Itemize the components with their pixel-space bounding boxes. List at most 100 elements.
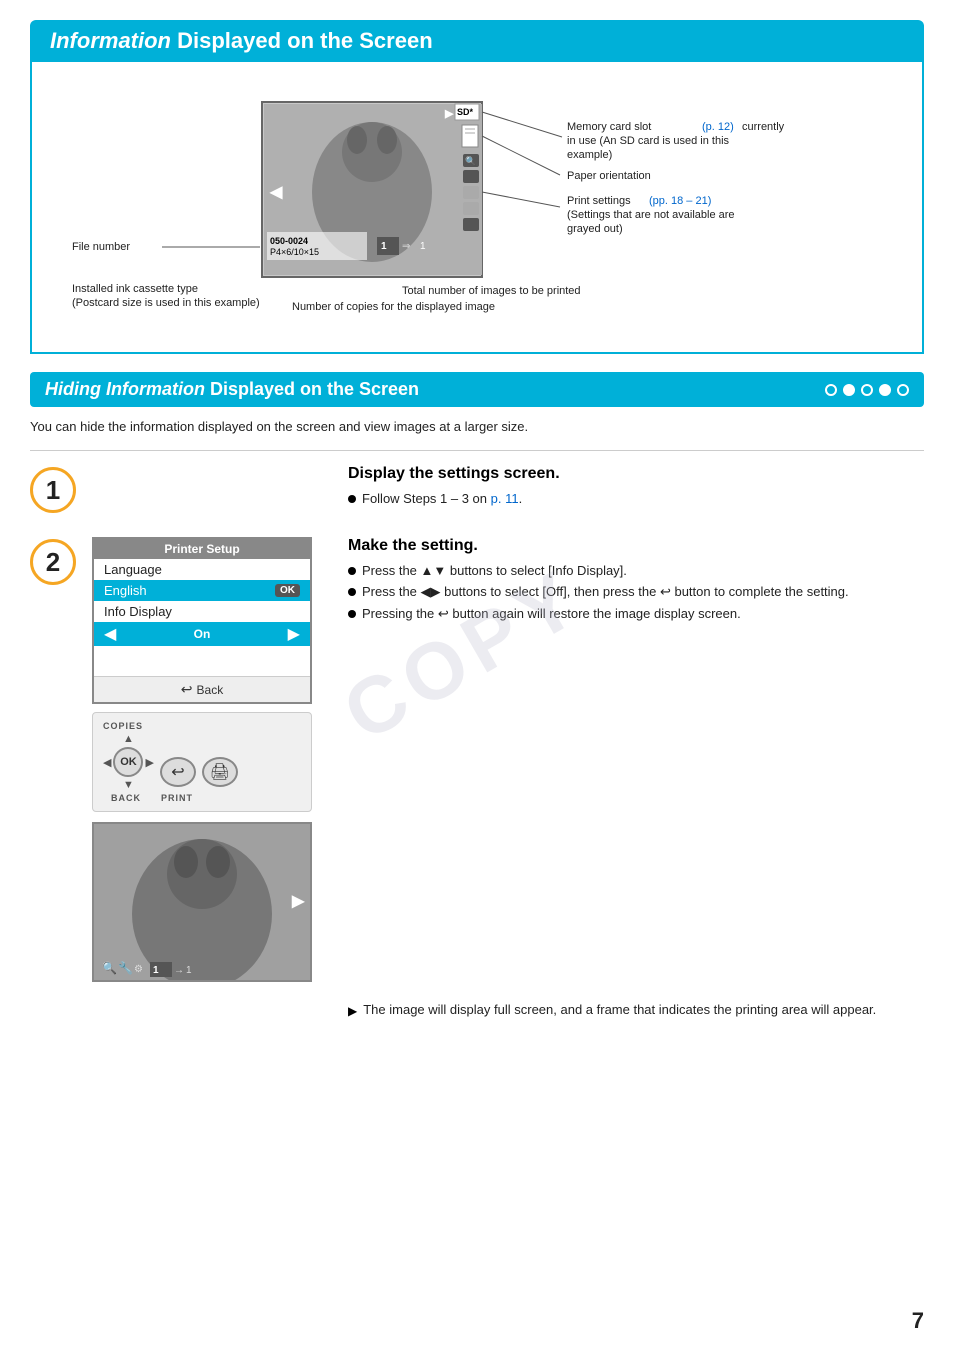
dot-1	[825, 384, 837, 396]
step2-result-image: ▶ 🔍 🔧 ⚙ 1 → 1	[92, 822, 312, 982]
printer-setup-screen: Printer Setup Language English OK Info D…	[92, 537, 312, 704]
step-2-row: 2 Printer Setup Language English OK Info…	[30, 537, 924, 1018]
bullet-dot-2a	[348, 567, 356, 575]
dot-4	[879, 384, 891, 396]
pss-title: Printer Setup	[94, 539, 310, 559]
pss-language-label: Language	[104, 562, 162, 577]
pss-english-value: English	[104, 583, 147, 598]
svg-text:grayed out): grayed out)	[567, 223, 623, 235]
tri-bullet-icon: ▶	[348, 1004, 357, 1018]
step-2-bullets: Press the ▲▼ buttons to select [Info Dis…	[348, 563, 924, 622]
section2-header: Hiding Information Displayed on the Scre…	[30, 372, 924, 407]
svg-text:⇒: ⇒	[402, 241, 410, 252]
svg-text:🔍: 🔍	[102, 960, 117, 975]
pss-on-row: ◀ On ▶	[94, 622, 310, 646]
step-2-bullet-3-text: Pressing the ↩ button again will restore…	[362, 606, 741, 622]
svg-text:⚙: ⚙	[134, 964, 143, 975]
title-bold: Information	[50, 28, 171, 53]
copies-label: COPIES	[103, 721, 143, 731]
svg-text:in use (An SD card is used in: in use (An SD card is used in this	[567, 135, 730, 147]
pss-nav-right: ▶	[288, 624, 300, 644]
step-1-content: Display the settings screen. Follow Step…	[92, 465, 924, 512]
pss-back-row: ↩ Back	[94, 676, 310, 702]
progress-dots	[825, 384, 909, 396]
page-number: 7	[912, 1308, 924, 1334]
step-1-bullet-1-text: Follow Steps 1 – 3 on p. 11.	[362, 491, 522, 506]
step-2-bullet-2: Press the ◀▶ buttons to select [Off], th…	[348, 584, 924, 600]
ctrl-back-label: BACK	[111, 793, 141, 803]
svg-text:050-0024: 050-0024	[270, 236, 308, 246]
svg-text:Number of copies for the displ: Number of copies for the displayed image	[292, 301, 495, 313]
dot-2	[843, 384, 855, 396]
svg-text:Memory card slot: Memory card slot	[567, 121, 651, 133]
svg-text:🔧: 🔧	[118, 960, 133, 975]
controls-mockup: COPIES ▲ ◀ OK ▶ ▼	[92, 712, 312, 812]
step-2-number: 2	[30, 539, 76, 585]
svg-text:▶: ▶	[444, 108, 454, 120]
step-2-bullet-3: Pressing the ↩ button again will restore…	[348, 606, 924, 622]
bullet-dot-2b	[348, 588, 356, 596]
svg-text:1: 1	[420, 241, 426, 252]
svg-text:1: 1	[153, 965, 159, 976]
pss-on-value: On	[194, 627, 211, 641]
svg-text:File number: File number	[72, 241, 130, 253]
dot-5	[897, 384, 909, 396]
svg-text:(p. 12): (p. 12)	[702, 121, 734, 133]
step2-result-inner: ▶ 🔍 🔧 ⚙ 1 → 1	[94, 824, 310, 980]
svg-text:1: 1	[381, 241, 387, 252]
svg-text:Print settings: Print settings	[567, 195, 631, 207]
svg-text:Installed ink cassette type: Installed ink cassette type	[72, 283, 198, 295]
page-title: Information Displayed on the Screen	[50, 28, 904, 54]
diagram-section: ◀ ▶ SD* 🔍 050-0024 P4×6/10×15 1 ⇒	[30, 62, 924, 354]
pss-back-label: Back	[197, 683, 224, 697]
title-rest: Displayed on the Screen	[171, 28, 433, 53]
diagram-wrapper: ◀ ▶ SD* 🔍 050-0024 P4×6/10×15 1 ⇒	[62, 82, 892, 322]
step-1-bullets: Follow Steps 1 – 3 on p. 11.	[348, 491, 924, 506]
step-1-text-area: Display the settings screen. Follow Step…	[348, 465, 924, 512]
bullet-dot-1	[348, 495, 356, 503]
step2-dog-svg: ▶ 🔍 🔧 ⚙ 1 → 1	[94, 824, 310, 980]
pss-nav-left: ◀	[104, 624, 116, 644]
section2-title: Hiding Information Displayed on the Scre…	[45, 379, 419, 400]
bullet-dot-2c	[348, 610, 356, 618]
ok-button[interactable]: OK	[113, 747, 143, 777]
dot-3	[861, 384, 873, 396]
pss-language-row: Language	[94, 559, 310, 580]
step-2-title: Make the setting.	[348, 537, 924, 555]
step-2-text-area: Make the setting. Press the ▲▼ buttons t…	[348, 537, 924, 1018]
step-1-bullet-1: Follow Steps 1 – 3 on p. 11.	[348, 491, 924, 506]
diagram-svg: ◀ ▶ SD* 🔍 050-0024 P4×6/10×15 1 ⇒	[62, 82, 892, 322]
result-text-area: ▶ The image will display full screen, an…	[348, 1002, 924, 1018]
svg-text:(Postcard size is used in this: (Postcard size is used in this example)	[72, 297, 260, 309]
section2-title-bold: Hiding Information	[45, 379, 205, 399]
svg-text:currently: currently	[742, 121, 785, 133]
step-2-content: Printer Setup Language English OK Info D…	[92, 537, 924, 1018]
pss-english-row: English OK	[94, 580, 310, 601]
step-2-bullet-2-text: Press the ◀▶ buttons to select [Off], th…	[362, 584, 849, 600]
svg-text:(pp. 18 – 21): (pp. 18 – 21)	[649, 195, 711, 207]
step1-link: p. 11	[491, 491, 519, 506]
print-button[interactable]: 🖨	[202, 757, 238, 787]
section2-title-rest: Displayed on the Screen	[205, 379, 419, 399]
back-button[interactable]: ↩	[160, 757, 196, 787]
step-2-bullet-1-text: Press the ▲▼ buttons to select [Info Dis…	[362, 563, 627, 578]
section-header: Information Displayed on the Screen	[30, 20, 924, 62]
svg-text:◀: ◀	[269, 184, 283, 201]
svg-text:Total number of images to be p: Total number of images to be printed	[402, 285, 581, 297]
step-1-number: 1	[30, 467, 76, 513]
svg-text:1: 1	[186, 965, 192, 976]
step-1-row: 1 Display the settings screen. Follow St…	[30, 465, 924, 513]
pss-ok-btn[interactable]: OK	[275, 584, 300, 597]
pss-info-display-label: Info Display	[104, 604, 172, 619]
step-1-title: Display the settings screen.	[348, 465, 924, 483]
pss-info-display-row: Info Display	[94, 601, 310, 622]
pss-back-icon: ↩	[181, 681, 193, 698]
result-text: The image will display full screen, and …	[363, 1002, 876, 1017]
svg-text:Paper orientation: Paper orientation	[567, 170, 651, 182]
step-2-image-area: Printer Setup Language English OK Info D…	[92, 537, 332, 982]
ctrl-print-label: PRINT	[161, 793, 193, 803]
svg-text:🔍: 🔍	[465, 155, 476, 166]
steps-container: 1 Display the settings screen. Follow St…	[30, 450, 924, 1018]
svg-text:P4×6/10×15: P4×6/10×15	[270, 247, 319, 257]
svg-text:SD*: SD*	[457, 107, 474, 117]
